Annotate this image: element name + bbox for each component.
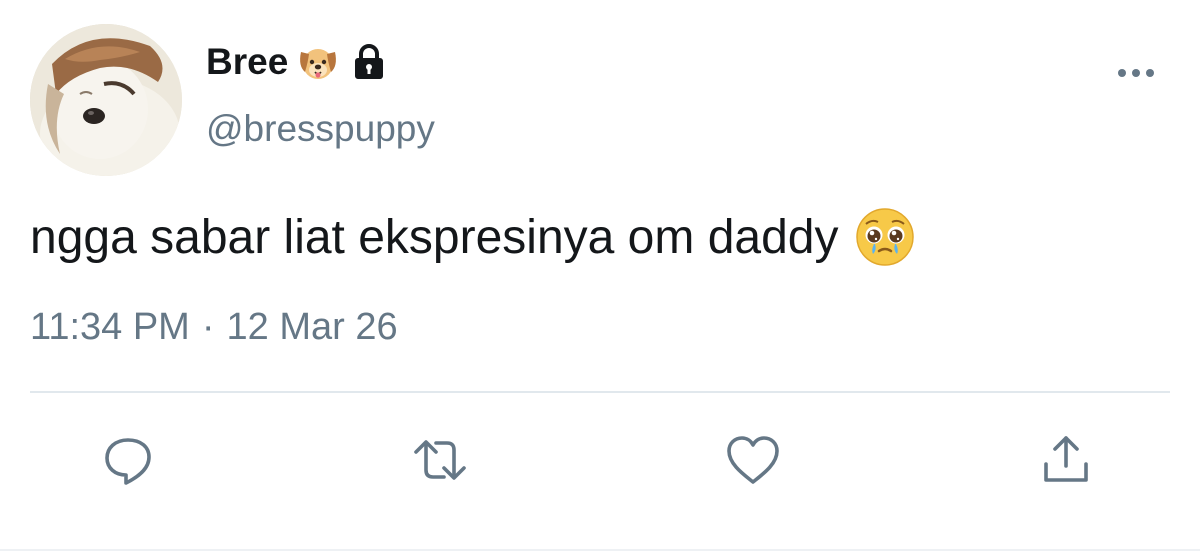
dog-face-emoji-icon [296,40,340,84]
like-button[interactable] [723,430,783,490]
share-button[interactable] [1036,430,1096,490]
divider [30,391,1170,393]
display-name[interactable]: Bree [206,41,288,83]
tweet-time: 11:34 PM [30,306,190,348]
name-row: Bree [206,40,388,84]
user-handle[interactable]: @bresspuppy [206,108,435,150]
lock-icon [350,42,388,82]
avatar[interactable] [30,24,182,176]
tweet-date: 12 Mar 26 [226,306,398,348]
timestamp-separator: · [201,306,215,348]
tweet-text: ngga sabar liat ekspresinya om daddy [30,206,916,268]
tweet-timestamp[interactable]: 11:34 PM · 12 Mar 26 [30,306,398,349]
reply-icon [105,438,151,485]
share-icon [1044,436,1088,482]
tweet-text-content: ngga sabar liat ekspresinya om daddy [30,210,839,264]
tweet-card: Bree @bresspuppy ngga sabar liat ekspres… [0,0,1200,551]
avatar-dog-image [30,24,182,176]
like-icon [727,436,779,484]
pleading-face-emoji-icon [854,206,916,268]
more-options-icon[interactable] [1114,58,1158,88]
reply-button[interactable] [98,430,158,490]
retweet-icon [414,440,466,480]
retweet-button[interactable] [410,430,470,490]
action-bar [0,430,1200,490]
